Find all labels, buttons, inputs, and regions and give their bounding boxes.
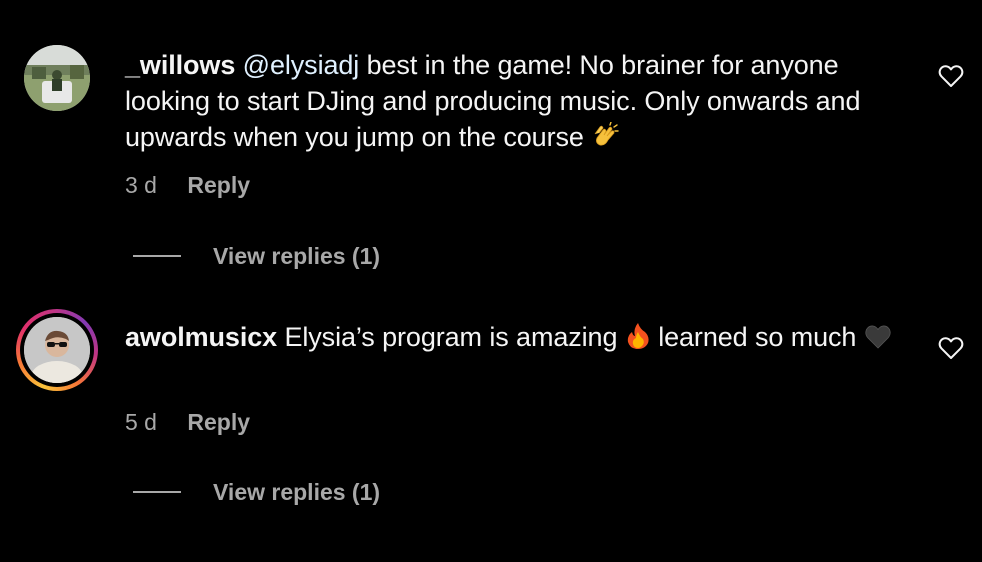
story-ring[interactable] (16, 309, 98, 391)
avatar[interactable] (24, 317, 90, 383)
comment-body-continued: learned so much (650, 322, 864, 352)
comment-meta: 5 d Reply (125, 409, 250, 436)
avatar-photo-icon (24, 45, 90, 111)
comment-text: _willows @elysiadj best in the game! No … (125, 47, 905, 159)
comment-body: Elysia’s program is amazing (277, 322, 625, 352)
heart-outline-icon[interactable] (938, 336, 964, 360)
comment-text: awolmusicx Elysia’s program is amazing l… (125, 319, 905, 359)
view-replies-row[interactable]: View replies (1) (133, 477, 380, 507)
clapping-hands-icon (591, 121, 619, 159)
view-replies-button[interactable]: View replies (1) (213, 243, 380, 270)
black-heart-icon (864, 323, 892, 359)
comment-username[interactable]: _willows (125, 50, 235, 80)
avatar-photo-icon (24, 317, 90, 383)
comment-timestamp: 3 d (125, 172, 157, 198)
mention-link[interactable]: @elysiadj (243, 50, 360, 80)
comment-username[interactable]: awolmusicx (125, 322, 277, 352)
view-replies-button[interactable]: View replies (1) (213, 479, 380, 506)
fire-icon (625, 322, 651, 359)
view-replies-row[interactable]: View replies (1) (133, 241, 380, 271)
avatar[interactable] (24, 45, 90, 111)
reply-button[interactable]: Reply (187, 172, 250, 198)
comment-timestamp: 5 d (125, 409, 157, 435)
replies-divider-line (133, 255, 181, 257)
replies-divider-line (133, 491, 181, 493)
reply-button[interactable]: Reply (187, 409, 250, 435)
comment-body: best in the game! No brainer for anyone … (125, 50, 861, 152)
comment-meta: 3 d Reply (125, 172, 250, 199)
heart-outline-icon[interactable] (938, 64, 964, 88)
